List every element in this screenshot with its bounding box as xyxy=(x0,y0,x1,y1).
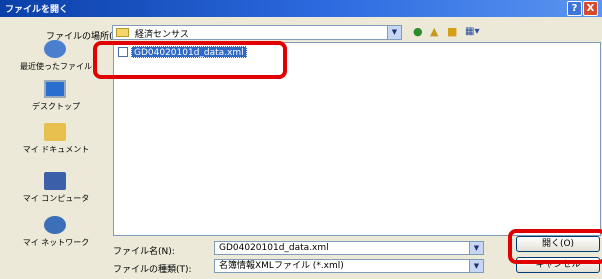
place-label: デスクトップ xyxy=(32,102,80,111)
chevron-down-icon[interactable]: ▼ xyxy=(387,26,401,39)
file-name-label: ファイル名(N): xyxy=(113,247,175,257)
views-menu-icon[interactable]: ▦▾ xyxy=(465,25,479,39)
close-button[interactable]: X xyxy=(583,1,598,16)
recent-files-icon xyxy=(44,40,66,58)
place-label: 最近使ったファイル xyxy=(20,62,92,71)
back-icon[interactable]: ● xyxy=(413,25,423,39)
folder-icon xyxy=(116,28,129,37)
window-title: ファイルを開く xyxy=(5,5,69,15)
place-my-computer[interactable]: マイ コンピュータ xyxy=(6,172,106,210)
desktop-icon xyxy=(44,80,66,98)
place-label: マイ ドキュメント xyxy=(22,145,90,154)
place-my-network[interactable]: マイ ネットワーク xyxy=(6,216,106,254)
my-network-icon xyxy=(44,216,66,234)
place-desktop[interactable]: デスクトップ xyxy=(6,80,106,118)
title-bar: ファイルを開く ? X xyxy=(0,0,602,17)
help-button[interactable]: ? xyxy=(567,1,582,16)
look-in-dropdown[interactable]: 経済センサス ▼ xyxy=(112,25,402,40)
file-type-label: ファイルの種類(T): xyxy=(113,265,192,275)
toolbar: ● ▲ ■ ▦▾ xyxy=(413,24,503,40)
my-documents-icon xyxy=(44,123,66,141)
place-label: マイ コンピュータ xyxy=(22,194,90,203)
my-computer-icon xyxy=(44,172,66,190)
chevron-down-icon[interactable]: ▼ xyxy=(469,260,483,272)
file-name-value: GD04020101d_data.xml xyxy=(219,243,329,253)
place-my-documents[interactable]: マイ ドキュメント xyxy=(6,123,106,161)
place-label: マイ ネットワーク xyxy=(22,238,90,247)
new-folder-icon[interactable]: ■ xyxy=(447,25,457,39)
place-recent[interactable]: 最近使ったファイル xyxy=(6,40,106,78)
file-type-select[interactable]: 名簿情報XMLファイル (*.xml) ▼ xyxy=(214,259,484,273)
highlight-box-open-button xyxy=(508,229,602,264)
file-name-input[interactable]: GD04020101d_data.xml ▼ xyxy=(214,241,484,255)
highlight-box-file xyxy=(93,41,287,79)
chevron-down-icon[interactable]: ▼ xyxy=(469,242,483,254)
places-bar: 最近使ったファイル デスクトップ マイ ドキュメント マイ コンピュータ マイ … xyxy=(6,40,106,258)
look-in-value: 経済センサス xyxy=(135,30,189,40)
file-type-value: 名簿情報XMLファイル (*.xml) xyxy=(219,261,344,271)
up-folder-icon[interactable]: ▲ xyxy=(430,25,438,39)
